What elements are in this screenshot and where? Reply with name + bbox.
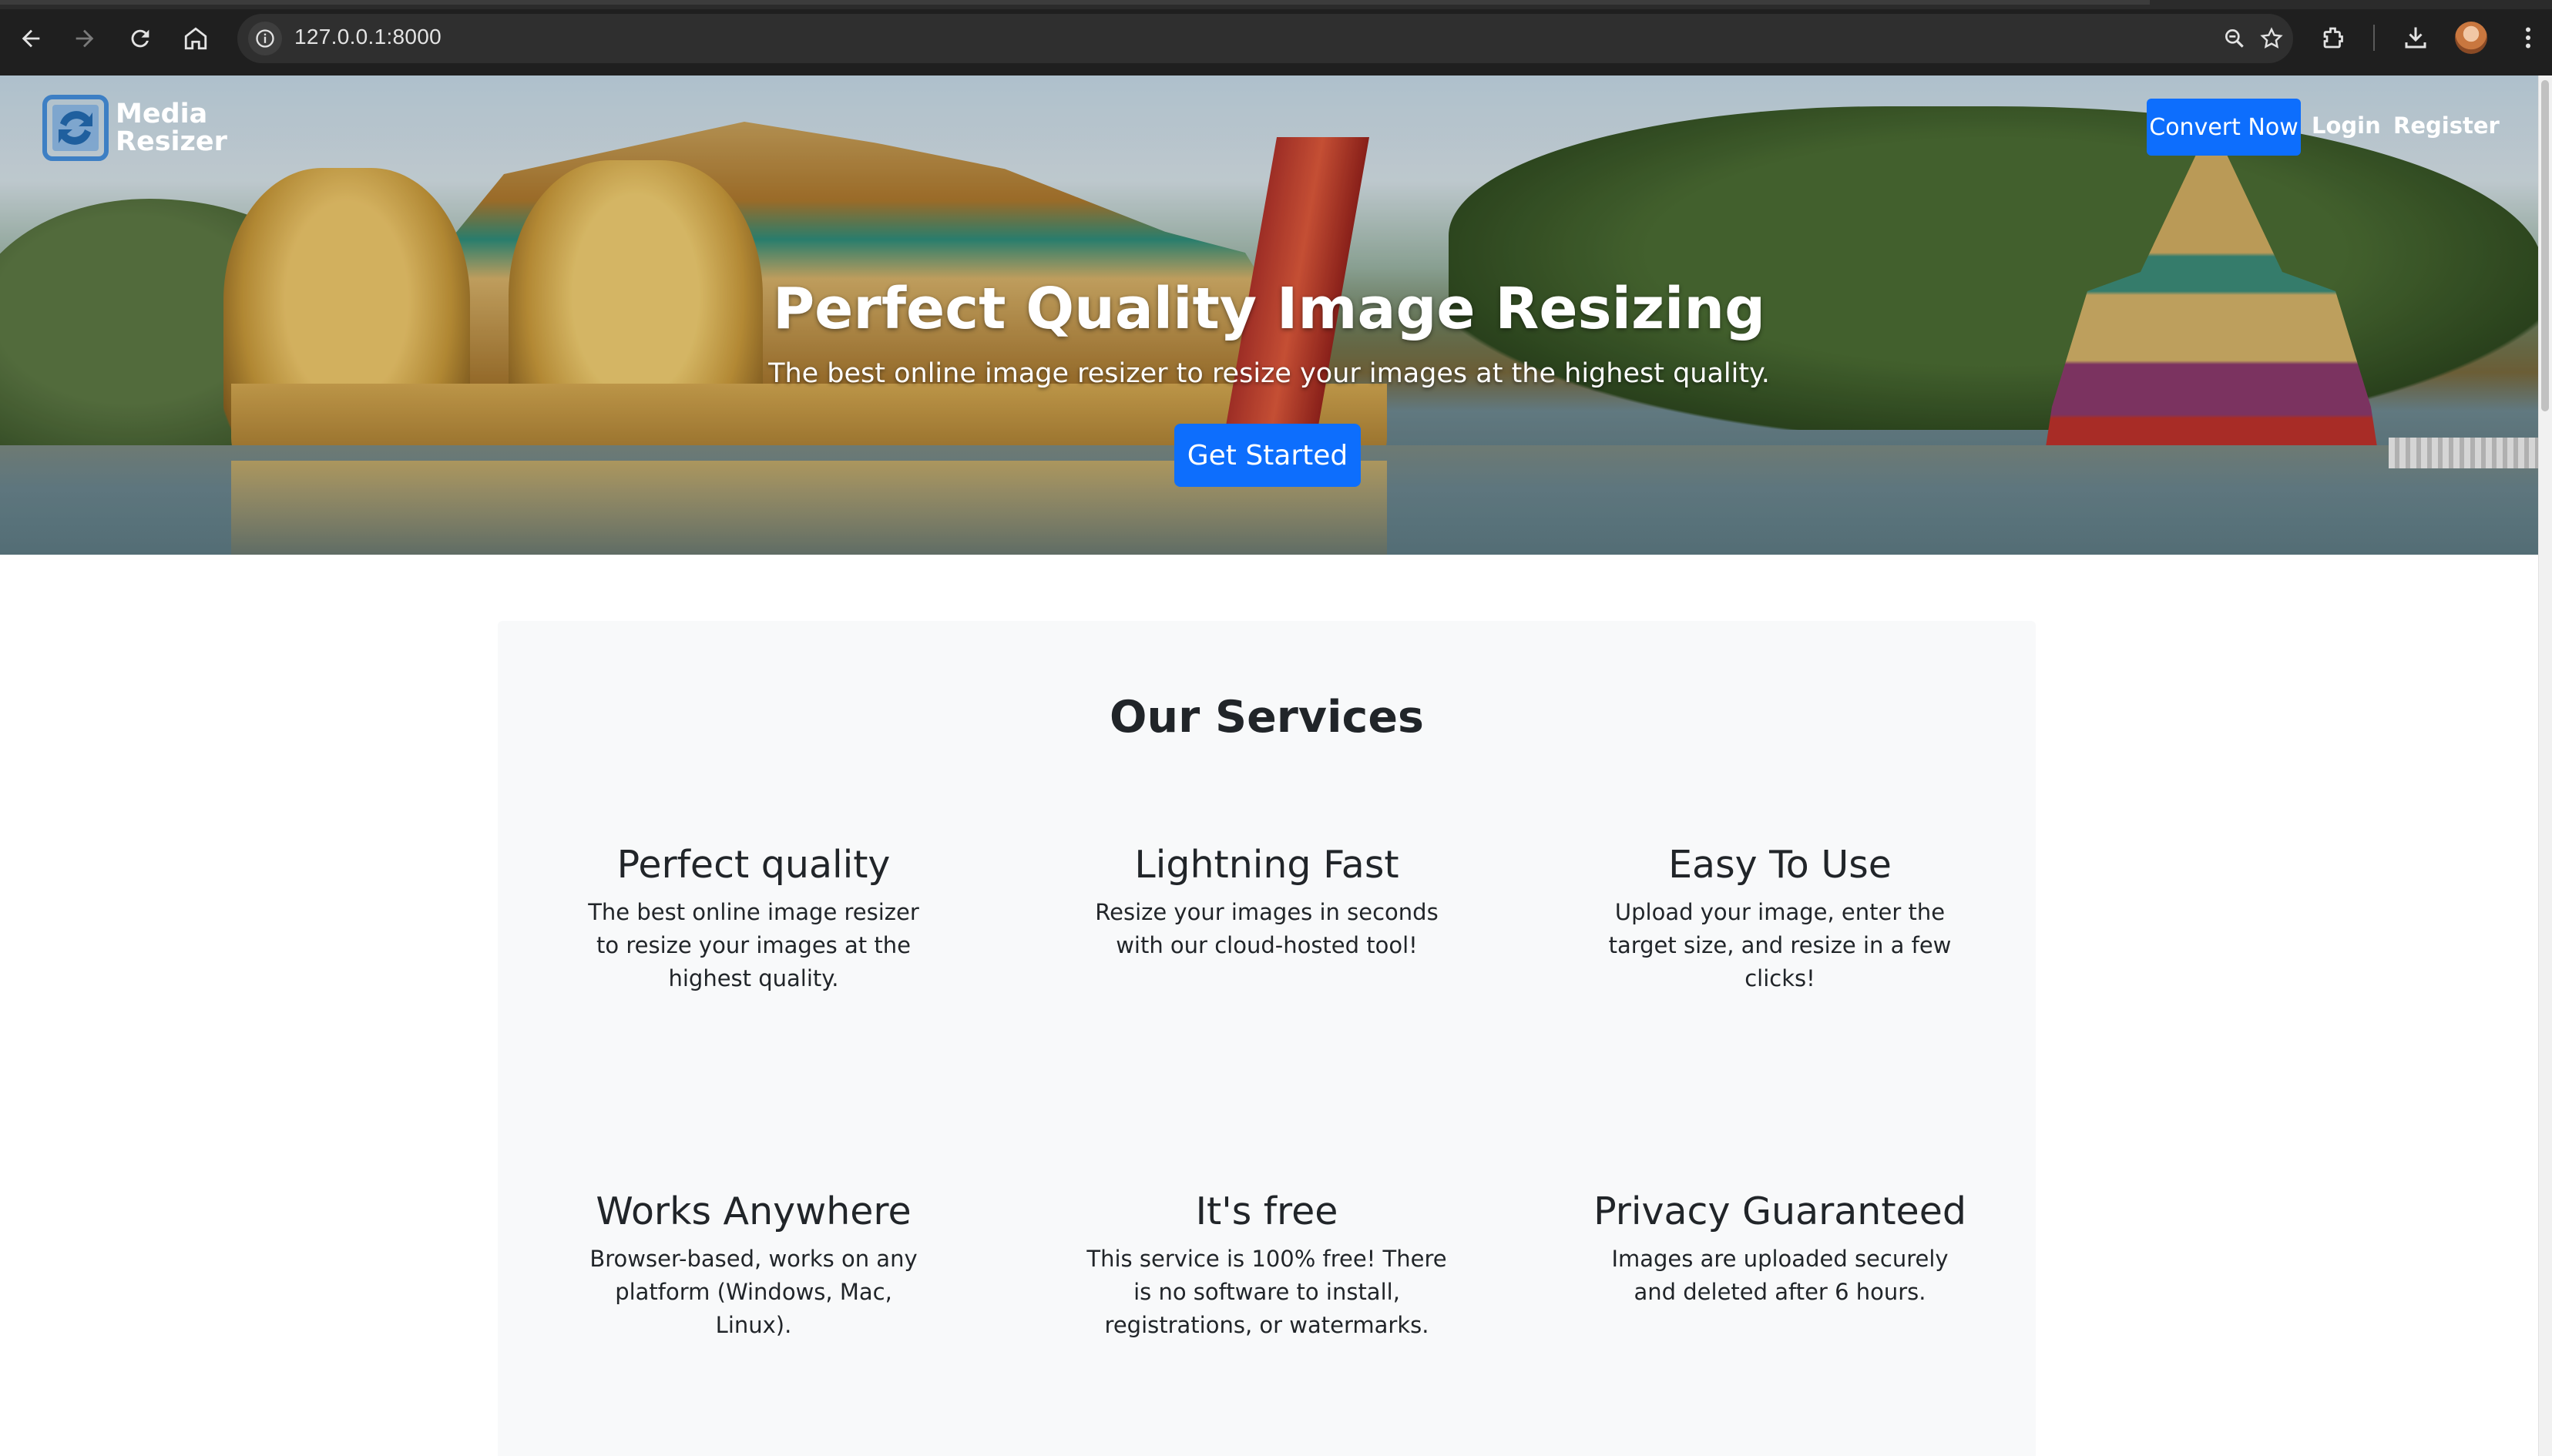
service-title: Easy To Use: [1668, 843, 1892, 887]
service-description: The best online image resizer to resize …: [588, 899, 919, 991]
avatar[interactable]: [2455, 22, 2487, 54]
service-title: Privacy Guaranteed: [1593, 1189, 1966, 1233]
loading-bar: [0, 0, 2150, 5]
brand-name-line2: Resizer: [116, 126, 227, 157]
extensions-icon[interactable]: [2316, 20, 2352, 55]
service-title: Lightning Fast: [1134, 843, 1399, 887]
menu-icon[interactable]: [2510, 20, 2546, 55]
bookmark-star-icon[interactable]: [2256, 23, 2287, 54]
convert-now-button[interactable]: Convert Now: [2147, 99, 2301, 156]
brand-logo-link[interactable]: Media Resizer: [40, 92, 227, 163]
forward-icon[interactable]: [65, 18, 105, 59]
site-info-icon[interactable]: [248, 22, 282, 55]
hero-subtitle: The best online image resizer to resize …: [768, 358, 1770, 389]
get-started-button[interactable]: Get Started: [1174, 424, 1361, 487]
brand-name-line1: Media: [116, 99, 208, 129]
back-icon[interactable]: [11, 18, 51, 59]
service-card: It's free This service is 100% free! The…: [1074, 1189, 1459, 1342]
address-bar[interactable]: 127.0.0.1:8000: [237, 14, 2293, 63]
register-link[interactable]: Register: [2393, 112, 2500, 139]
browser-toolbar: 127.0.0.1:8000: [0, 0, 2552, 75]
scrollbar-thumb[interactable]: [2541, 80, 2549, 411]
brand-name: Media Resizer: [116, 100, 227, 156]
service-card: Works Anywhere Browser-based, works on a…: [561, 1189, 946, 1342]
service-title: Works Anywhere: [596, 1189, 912, 1233]
service-card: Lightning Fast Resize your images in sec…: [1074, 843, 1459, 962]
service-description: This service is 100% free! There is no s…: [1086, 1246, 1447, 1338]
zoom-icon[interactable]: [2219, 23, 2250, 54]
login-link[interactable]: Login: [2312, 112, 2381, 139]
tab-strip: [0, 0, 2552, 9]
service-title: Perfect quality: [616, 843, 891, 887]
service-description: Images are uploaded securely and deleted…: [1611, 1246, 1949, 1305]
service-title: It's free: [1195, 1189, 1338, 1233]
hero-title: Perfect Quality Image Resizing: [772, 276, 1766, 342]
download-icon[interactable]: [2398, 20, 2433, 55]
url-text[interactable]: 127.0.0.1:8000: [294, 25, 442, 49]
home-icon[interactable]: [176, 18, 216, 59]
toolbar-separator: [2373, 25, 2375, 51]
service-card: Privacy Guaranteed Images are uploaded s…: [1587, 1189, 1973, 1309]
service-card: Easy To Use Upload your image, enter the…: [1587, 843, 1973, 995]
resize-logo-icon: [42, 95, 109, 161]
reload-icon[interactable]: [120, 18, 160, 59]
services-section: Our Services Perfect quality The best on…: [498, 621, 2036, 1456]
service-description: Browser-based, works on any platform (Wi…: [589, 1246, 918, 1338]
service-description: Resize your images in seconds with our c…: [1095, 899, 1439, 958]
services-title: Our Services: [1110, 692, 1424, 743]
service-card: Perfect quality The best online image re…: [561, 843, 946, 995]
service-description: Upload your image, enter the target size…: [1608, 899, 1952, 991]
